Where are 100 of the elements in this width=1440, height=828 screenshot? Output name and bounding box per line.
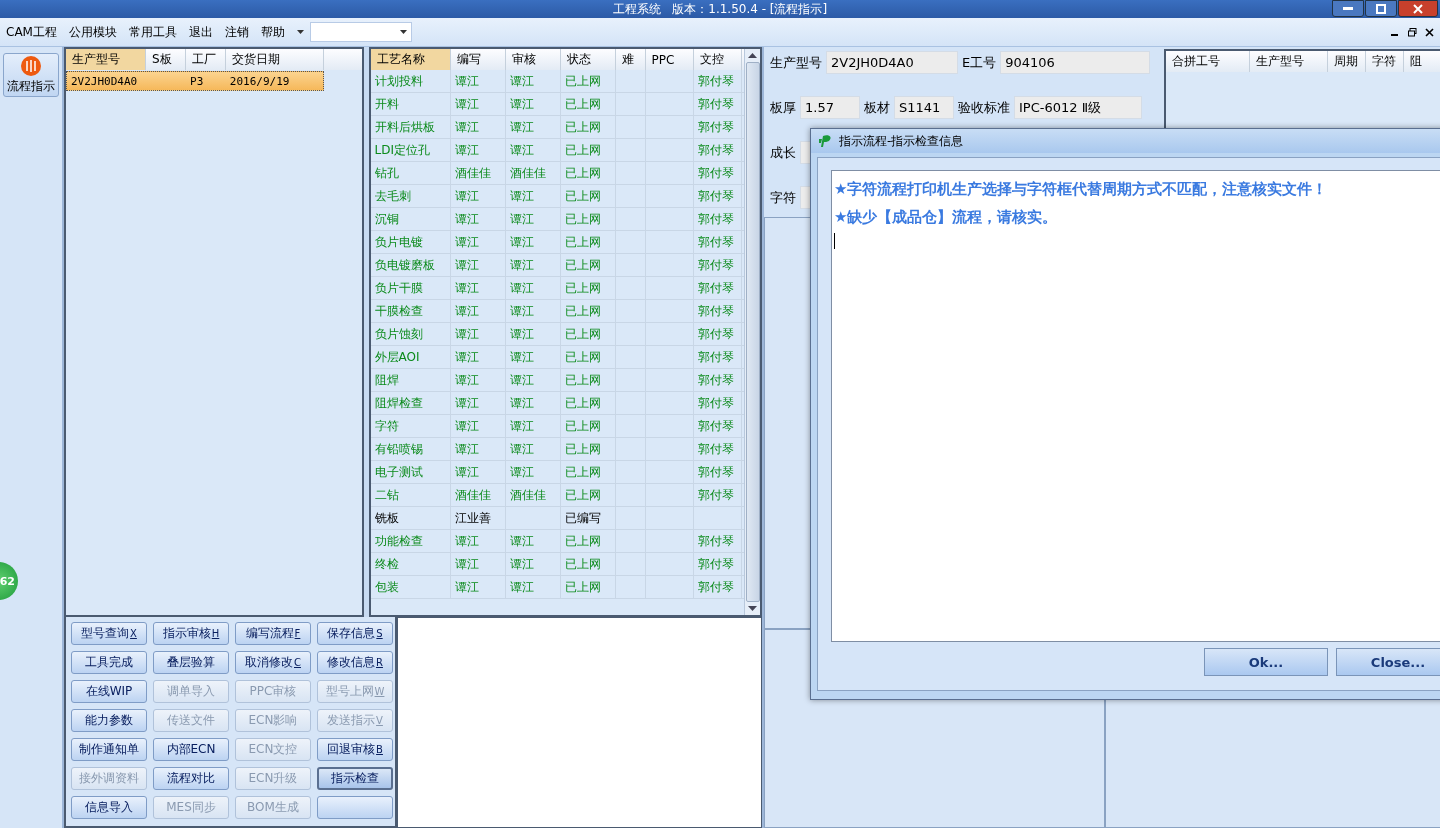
column-header[interactable]: 字符 xyxy=(1366,51,1404,72)
dialog-button[interactable]: Ok... xyxy=(1204,648,1328,676)
input-field[interactable]: 904106 xyxy=(1000,51,1151,74)
column-header[interactable]: 审核 xyxy=(505,49,561,70)
input-field[interactable]: IPC-6012 Ⅱ级 xyxy=(1014,96,1142,119)
table-cell: 郭付琴 xyxy=(697,371,734,389)
flow-button[interactable]: 流程指示 xyxy=(3,53,59,97)
table-cell: 已上网 xyxy=(564,348,601,366)
table-cell: 郭付琴 xyxy=(697,210,734,228)
close-icon[interactable] xyxy=(1425,27,1434,37)
action-button[interactable]: 内部ECN xyxy=(153,738,229,761)
menu-item[interactable]: CAM工程 xyxy=(6,23,57,41)
action-button[interactable]: 信息导入 xyxy=(71,796,147,819)
column-header[interactable]: 生产型号 xyxy=(66,49,146,70)
table-cell: 沉铜 xyxy=(374,210,399,228)
action-button[interactable]: 能力参数 xyxy=(71,709,147,732)
table-cell: 谭江 xyxy=(454,417,479,435)
menu-item[interactable]: 公用模块 xyxy=(68,23,117,41)
input-field[interactable]: S1141 xyxy=(894,96,954,119)
table-cell: 郭付琴 xyxy=(697,141,734,159)
table-cell: 外层AOI xyxy=(374,348,420,366)
minimize-button[interactable] xyxy=(1332,0,1364,17)
maximize-button[interactable] xyxy=(1365,0,1397,17)
table-cell: 谭江 xyxy=(509,348,534,366)
table-cell: 谭江 xyxy=(454,210,479,228)
column-header[interactable]: 文控 xyxy=(693,49,742,70)
table-cell: 江业善 xyxy=(454,509,491,527)
table-cell: 谭江 xyxy=(509,141,534,159)
action-button[interactable]: 型号查询X xyxy=(71,622,147,645)
column-header[interactable]: 周期 xyxy=(1328,51,1366,72)
table-cell: 已上网 xyxy=(564,141,601,159)
column-header[interactable]: 工艺名称 xyxy=(370,49,451,70)
table-cell: 谭江 xyxy=(509,578,534,596)
table-cell: 谭江 xyxy=(454,141,479,159)
action-button[interactable]: 制作通知单 xyxy=(71,738,147,761)
table-cell: 已上网 xyxy=(564,417,601,435)
field-label: 生产型号 xyxy=(770,53,822,72)
column-header[interactable]: PPC xyxy=(645,49,694,70)
input-field[interactable]: 1.57 xyxy=(800,96,860,119)
table-cell: 酒佳佳 xyxy=(454,164,491,182)
scroll-up-icon[interactable] xyxy=(748,53,757,58)
table-cell: 郭付琴 xyxy=(697,555,734,573)
table-cell: 已上网 xyxy=(564,187,601,205)
column-header[interactable]: 工厂 xyxy=(186,49,226,70)
action-button[interactable]: 回退审核B xyxy=(317,738,393,761)
action-button[interactable]: 在线WIP xyxy=(71,680,147,703)
column-header[interactable]: 状态 xyxy=(560,49,616,70)
table-cell: 谭江 xyxy=(454,371,479,389)
menu-item[interactable]: 帮助 xyxy=(260,23,285,41)
action-button[interactable]: 工具完成 xyxy=(71,651,147,674)
scrollbar[interactable] xyxy=(744,49,760,615)
table-cell: 已上网 xyxy=(564,95,601,113)
action-button[interactable]: 指示检查 xyxy=(317,767,393,790)
order-row[interactable]: 2V2JH0D4A0 P3 2016/9/19 xyxy=(66,71,324,91)
column-header[interactable]: 难 xyxy=(615,49,646,70)
caret-icon[interactable] xyxy=(296,30,304,34)
column-header[interactable]: S板 xyxy=(146,49,186,70)
action-button[interactable]: 修改信息R xyxy=(317,651,393,674)
menu-item[interactable]: 常用工具 xyxy=(128,23,177,41)
table-cell: 已上网 xyxy=(564,486,601,504)
column-header[interactable]: 阻 xyxy=(1404,51,1440,72)
column-header[interactable]: 编写 xyxy=(450,49,506,70)
table-cell: 2016/9/19 xyxy=(229,74,290,88)
field-label: E工号 xyxy=(962,53,997,72)
table-cell: 已上网 xyxy=(564,210,601,228)
column-header[interactable]: 合拼工号 xyxy=(1166,51,1250,72)
message-box[interactable]: ★字符流程打印机生产选择与字符框代替周期方式不匹配，注意核实文件！ ★缺少【成品仓】流程，请核实。 xyxy=(831,170,1440,642)
action-button[interactable]: 编写流程F xyxy=(235,622,311,645)
table-cell: 干膜检查 xyxy=(374,302,423,320)
action-button[interactable]: 保存信息S xyxy=(317,622,393,645)
action-button[interactable]: 取消修改C xyxy=(235,651,311,674)
table-cell: 郭付琴 xyxy=(697,187,734,205)
close-button[interactable] xyxy=(1398,0,1438,17)
action-button[interactable]: 叠层验算 xyxy=(153,651,229,674)
table-cell: 已上网 xyxy=(564,164,601,182)
table-cell: 谭江 xyxy=(454,72,479,90)
table-cell: 已上网 xyxy=(564,463,601,481)
table-cell: 谭江 xyxy=(454,578,479,596)
table-cell: 谭江 xyxy=(454,532,479,550)
menu-item[interactable]: 退出 xyxy=(188,23,213,41)
action-button[interactable]: 指示审核H xyxy=(153,622,229,645)
column-header[interactable]: 交货日期 xyxy=(226,49,324,70)
table-cell: 谭江 xyxy=(454,555,479,573)
table-cell: 郭付琴 xyxy=(697,486,734,504)
field-label: 成长 xyxy=(770,143,796,162)
table-cell: 郭付琴 xyxy=(697,302,734,320)
action-button[interactable]: 流程对比 xyxy=(153,767,229,790)
column-header[interactable]: 生产型号 xyxy=(1250,51,1328,72)
table-cell: 电子测试 xyxy=(374,463,423,481)
table-cell: 郭付琴 xyxy=(697,95,734,113)
table-cell: 郭付琴 xyxy=(697,256,734,274)
dialog-button[interactable]: Close... xyxy=(1336,648,1440,676)
input-field[interactable]: 2V2JH0D4A0 xyxy=(826,51,958,74)
field-label: 字符 xyxy=(770,188,796,207)
menu-item[interactable]: 注销 xyxy=(224,23,249,41)
scroll-down-icon[interactable] xyxy=(748,606,757,611)
restore-icon[interactable] xyxy=(1408,27,1417,37)
table-cell: 已上网 xyxy=(564,279,601,297)
table-cell: 郭付琴 xyxy=(697,578,734,596)
table-cell: 谭江 xyxy=(509,256,534,274)
